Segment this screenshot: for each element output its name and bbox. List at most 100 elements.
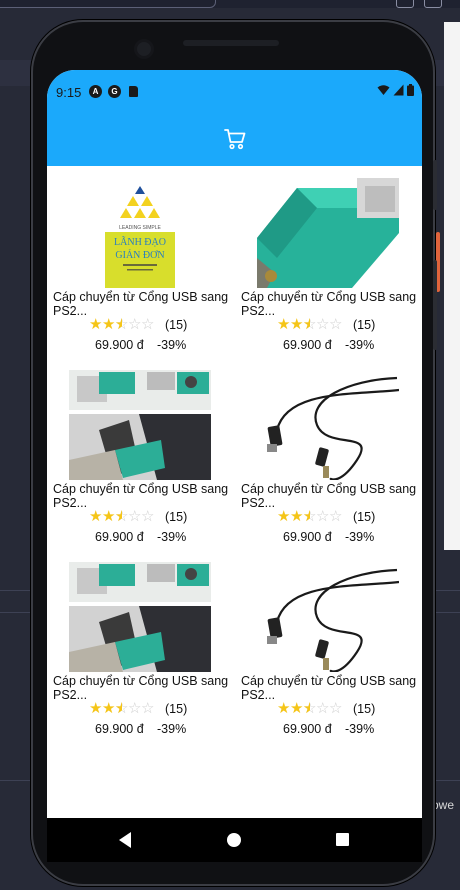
product-price: 69.900 đ xyxy=(95,530,144,544)
book-line1: LEADING SIMPLE xyxy=(119,225,161,231)
back-icon[interactable] xyxy=(119,832,131,848)
star-empty-icon: ☆ xyxy=(141,700,155,717)
star-rating: ★★☆☆☆ (15) xyxy=(277,317,375,332)
status-app-icon: G xyxy=(108,85,121,98)
star-half-icon: ☆ xyxy=(115,317,128,332)
product-card[interactable]: Cáp chuyển từ Cổng USB sang PS2... ★★☆☆☆… xyxy=(235,166,420,358)
desktop-side-panel xyxy=(444,22,460,550)
star-full-icon: ★ xyxy=(89,316,103,333)
product-image: LEADING SIMPLE LÃNH ĐẠO GIẢN ĐƠN xyxy=(47,178,232,288)
star-full-icon: ★ xyxy=(290,508,304,525)
star-half-icon: ☆ xyxy=(303,509,316,524)
app-screen: 9:15 A G LEADING SIMPLE LÃNH ĐẠO GIẢN ĐƠ… xyxy=(47,70,422,848)
star-empty-icon: ☆ xyxy=(316,700,330,717)
star-rating: ★★☆☆☆ (15) xyxy=(89,509,187,524)
star-half-icon: ☆ xyxy=(303,317,316,332)
star-empty-icon: ☆ xyxy=(141,316,155,333)
star-full-icon: ★ xyxy=(290,316,304,333)
star-empty-icon: ☆ xyxy=(128,508,142,525)
book-cover-image: LEADING SIMPLE LÃNH ĐẠO GIẢN ĐƠN xyxy=(104,178,175,288)
product-image xyxy=(235,562,420,672)
product-discount: -39% xyxy=(345,722,375,736)
star-empty-icon: ☆ xyxy=(329,508,343,525)
product-price: 69.900 đ xyxy=(95,338,144,352)
star-empty-icon: ☆ xyxy=(128,700,142,717)
review-count: (15) xyxy=(353,317,376,332)
product-image xyxy=(47,370,232,480)
product-discount: -39% xyxy=(157,722,187,736)
black-cable-image xyxy=(256,562,399,672)
app-bar xyxy=(47,114,422,166)
review-count: (15) xyxy=(165,317,188,332)
star-empty-icon: ☆ xyxy=(316,508,330,525)
star-empty-icon: ☆ xyxy=(329,700,343,717)
product-price: 69.900 đ xyxy=(95,722,144,736)
desktop-window-button[interactable] xyxy=(424,0,442,8)
signal-icon xyxy=(393,84,404,96)
star-half-icon: ☆ xyxy=(115,509,128,524)
product-title: Cáp chuyển từ Cổng USB sang PS2... xyxy=(53,674,229,702)
star-full-icon: ★ xyxy=(102,700,116,717)
product-title: Cáp chuyển từ Cổng USB sang PS2... xyxy=(241,290,417,318)
desktop-tab[interactable] xyxy=(0,0,216,8)
product-card[interactable]: Cáp chuyển từ Cổng USB sang PS2... ★★☆☆☆… xyxy=(47,358,232,550)
product-card[interactable]: LEADING SIMPLE LÃNH ĐẠO GIẢN ĐƠN Cáp chu… xyxy=(47,166,232,358)
product-discount: -39% xyxy=(345,338,375,352)
product-title: Cáp chuyển từ Cổng USB sang PS2... xyxy=(241,482,417,510)
star-full-icon: ★ xyxy=(290,700,304,717)
product-price: 69.900 đ xyxy=(283,530,332,544)
product-price: 69.900 đ xyxy=(283,338,332,352)
product-discount: -39% xyxy=(157,338,187,352)
product-discount: -39% xyxy=(345,530,375,544)
battery-icon xyxy=(407,84,414,96)
product-title: Cáp chuyển từ Cổng USB sang PS2... xyxy=(53,482,229,510)
cart-icon[interactable] xyxy=(223,127,247,151)
product-image xyxy=(235,370,420,480)
star-empty-icon: ☆ xyxy=(141,508,155,525)
star-empty-icon: ☆ xyxy=(128,316,142,333)
product-card[interactable]: Cáp chuyển từ Cổng USB sang PS2... ★★☆☆☆… xyxy=(47,550,232,742)
product-image xyxy=(235,178,420,288)
star-half-icon: ☆ xyxy=(115,701,128,716)
product-image xyxy=(47,562,232,672)
black-cable-image xyxy=(256,370,399,480)
star-empty-icon: ☆ xyxy=(329,316,343,333)
desktop-window-button[interactable] xyxy=(396,0,414,8)
adapter-in-use-image xyxy=(68,370,211,480)
sd-card-icon xyxy=(129,86,138,97)
star-rating: ★★☆☆☆ (15) xyxy=(277,701,375,716)
review-count: (15) xyxy=(353,509,376,524)
wifi-icon xyxy=(377,85,390,95)
star-full-icon: ★ xyxy=(277,700,291,717)
star-rating: ★★☆☆☆ (15) xyxy=(89,701,187,716)
star-full-icon: ★ xyxy=(89,508,103,525)
book-line2: LÃNH ĐẠO xyxy=(114,236,166,248)
product-card[interactable]: Cáp chuyển từ Cổng USB sang PS2... ★★☆☆☆… xyxy=(235,358,420,550)
star-full-icon: ★ xyxy=(277,508,291,525)
desktop-side-text: owe xyxy=(432,798,455,812)
product-discount: -39% xyxy=(157,530,187,544)
green-adapter-image xyxy=(256,178,399,288)
star-full-icon: ★ xyxy=(277,316,291,333)
phone-side-button xyxy=(433,160,437,210)
product-title: Cáp chuyển từ Cổng USB sang PS2... xyxy=(241,674,417,702)
star-rating: ★★☆☆☆ (15) xyxy=(89,317,187,332)
navigation-bar xyxy=(47,818,422,862)
status-bar: 9:15 A G xyxy=(47,70,422,114)
star-full-icon: ★ xyxy=(102,316,116,333)
product-price: 69.900 đ xyxy=(283,722,332,736)
camera xyxy=(137,42,151,56)
recents-icon[interactable] xyxy=(336,833,349,846)
speaker xyxy=(183,40,279,46)
star-half-icon: ☆ xyxy=(303,701,316,716)
book-line3: GIẢN ĐƠN xyxy=(115,249,164,261)
star-rating: ★★☆☆☆ (15) xyxy=(277,509,375,524)
review-count: (15) xyxy=(165,701,188,716)
product-card[interactable]: Cáp chuyển từ Cổng USB sang PS2... ★★☆☆☆… xyxy=(235,550,420,742)
product-title: Cáp chuyển từ Cổng USB sang PS2... xyxy=(53,290,229,318)
adapter-in-use-image xyxy=(68,562,211,672)
review-count: (15) xyxy=(165,509,188,524)
star-full-icon: ★ xyxy=(89,700,103,717)
star-full-icon: ★ xyxy=(102,508,116,525)
home-icon[interactable] xyxy=(227,833,241,847)
